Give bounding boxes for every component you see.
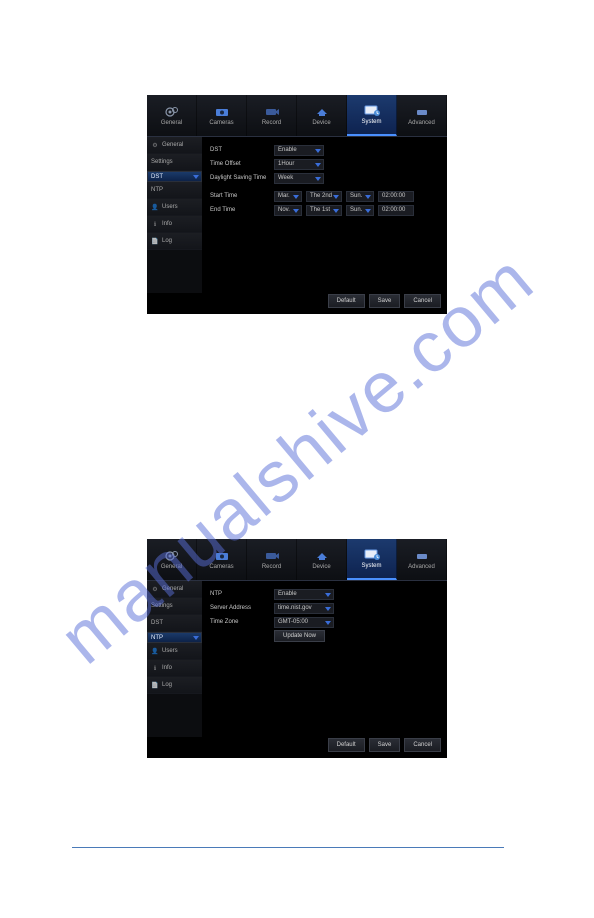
device-icon xyxy=(313,105,331,119)
start-time-label: Start Time xyxy=(210,193,270,199)
sidebar-item-users[interactable]: 👤Users xyxy=(147,199,202,216)
log-icon: 📄 xyxy=(151,237,159,245)
top-tabs: General Cameras Record Device System Adv… xyxy=(147,95,447,137)
save-button[interactable]: Save xyxy=(369,294,401,308)
ntp-label: NTP xyxy=(210,591,270,597)
user-icon: 👤 xyxy=(151,647,159,655)
gears-icon xyxy=(163,549,181,563)
tz-select[interactable]: GMT-05:00 xyxy=(274,617,334,628)
tab-device[interactable]: Device xyxy=(297,539,347,580)
content-area: NTP Enable Server Address time.nist.gov … xyxy=(202,581,447,737)
tz-label: Time Zone xyxy=(210,619,270,625)
footer-divider xyxy=(72,847,504,848)
system-icon xyxy=(363,104,381,118)
tab-system[interactable]: System xyxy=(347,95,397,136)
sidebar-item-settings[interactable]: Settings xyxy=(147,154,202,171)
tab-general[interactable]: General xyxy=(147,95,197,136)
sidebar-item-ntp[interactable]: NTP xyxy=(147,632,202,643)
sidebar-item-general[interactable]: ⚙General xyxy=(147,581,202,598)
tab-advanced[interactable]: Advanced xyxy=(397,95,447,136)
sidebar-item-users[interactable]: 👤Users xyxy=(147,643,202,660)
tab-cameras[interactable]: Cameras xyxy=(197,95,247,136)
sidebar-item-log[interactable]: 📄Log xyxy=(147,677,202,694)
start-time-field[interactable]: 02:00:00 xyxy=(378,191,414,202)
sidebar-item-ntp[interactable]: NTP xyxy=(147,182,202,199)
server-label: Server Address xyxy=(210,605,270,611)
ntp-select[interactable]: Enable xyxy=(274,589,334,600)
user-icon: 👤 xyxy=(151,203,159,211)
tab-device[interactable]: Device xyxy=(297,95,347,136)
tab-cameras[interactable]: Cameras xyxy=(197,539,247,580)
sidebar: ⚙General Settings DST NTP 👤Users ℹInfo 📄… xyxy=(147,137,202,293)
cancel-button[interactable]: Cancel xyxy=(404,738,441,752)
info-icon: ℹ xyxy=(151,220,159,228)
default-button[interactable]: Default xyxy=(328,294,365,308)
advanced-icon xyxy=(413,549,431,563)
end-week-select[interactable]: The 1st xyxy=(306,205,342,216)
default-button[interactable]: Default xyxy=(328,738,365,752)
record-icon xyxy=(263,549,281,563)
dst-select[interactable]: Enable xyxy=(274,145,324,156)
tab-advanced[interactable]: Advanced xyxy=(397,539,447,580)
update-now-button[interactable]: Update Now xyxy=(274,630,325,642)
end-time-label: End Time xyxy=(210,207,270,213)
camera-icon xyxy=(213,105,231,119)
sidebar-item-dst[interactable]: DST xyxy=(147,615,202,632)
sidebar-item-info[interactable]: ℹInfo xyxy=(147,660,202,677)
server-select[interactable]: time.nist.gov xyxy=(274,603,334,614)
tab-system[interactable]: System xyxy=(347,539,397,580)
end-time-field[interactable]: 02:00:00 xyxy=(378,205,414,216)
log-icon: 📄 xyxy=(151,681,159,689)
system-icon xyxy=(363,548,381,562)
time-offset-select[interactable]: 1Hour xyxy=(274,159,324,170)
tab-general[interactable]: General xyxy=(147,539,197,580)
end-day-select[interactable]: Sun. xyxy=(346,205,374,216)
sidebar-item-info[interactable]: ℹInfo xyxy=(147,216,202,233)
sidebar-item-log[interactable]: 📄Log xyxy=(147,233,202,250)
sidebar-item-dst[interactable]: DST xyxy=(147,171,202,182)
dst-label: DST xyxy=(210,147,270,153)
settings-panel-ntp: General Cameras Record Device System Adv… xyxy=(147,539,447,758)
top-tabs: General Cameras Record Device System Adv… xyxy=(147,539,447,581)
tab-record[interactable]: Record xyxy=(247,539,297,580)
dst-mode-select[interactable]: Week xyxy=(274,173,324,184)
sidebar-item-settings[interactable]: Settings xyxy=(147,598,202,615)
time-offset-label: Time Offset xyxy=(210,161,270,167)
start-day-select[interactable]: Sun. xyxy=(346,191,374,202)
record-icon xyxy=(263,105,281,119)
start-month-select[interactable]: Mar. xyxy=(274,191,302,202)
cancel-button[interactable]: Cancel xyxy=(404,294,441,308)
settings-panel-dst: General Cameras Record Device System Adv… xyxy=(147,95,447,314)
sidebar: ⚙General Settings DST NTP 👤Users ℹInfo 📄… xyxy=(147,581,202,737)
device-icon xyxy=(313,549,331,563)
gears-icon xyxy=(163,105,181,119)
content-area: DST Enable Time Offset 1Hour Daylight Sa… xyxy=(202,137,447,293)
gear-icon: ⚙ xyxy=(151,141,159,149)
gear-icon: ⚙ xyxy=(151,585,159,593)
info-icon: ℹ xyxy=(151,664,159,672)
advanced-icon xyxy=(413,105,431,119)
end-month-select[interactable]: Nov. xyxy=(274,205,302,216)
tab-record[interactable]: Record xyxy=(247,95,297,136)
sidebar-item-general[interactable]: ⚙General xyxy=(147,137,202,154)
start-week-select[interactable]: The 2nd xyxy=(306,191,342,202)
save-button[interactable]: Save xyxy=(369,738,401,752)
camera-icon xyxy=(213,549,231,563)
dst-mode-label: Daylight Saving Time xyxy=(210,175,270,181)
